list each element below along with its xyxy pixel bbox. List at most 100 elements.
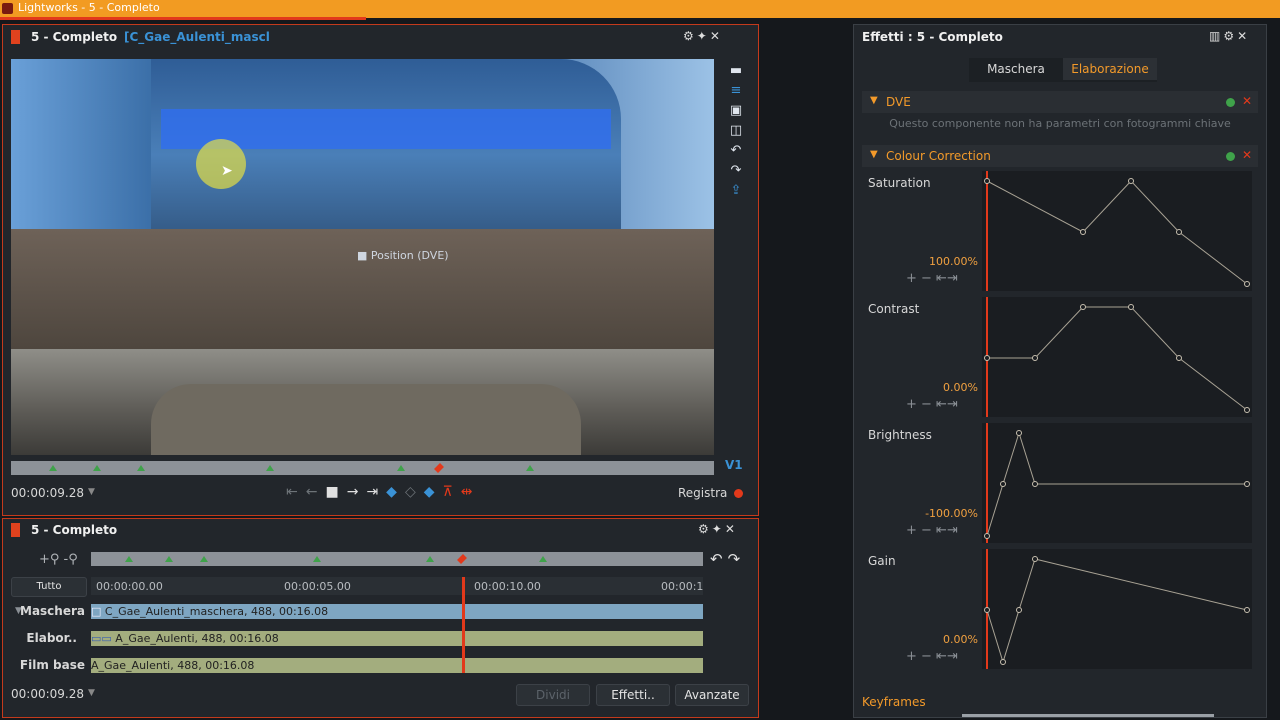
app-icon [2, 3, 13, 14]
viewer-panel: 5 - Completo [C_Gae_Aulenti_mascl ⚙✦✕ ➤ … [2, 24, 759, 516]
graph-saturation-curve[interactable] [982, 171, 1252, 291]
mouse-cursor-icon: ➤ [221, 163, 233, 179]
copy-frame-icon[interactable]: ◫ [725, 121, 747, 141]
graph-brightness-curve[interactable] [982, 423, 1252, 543]
go-start-icon[interactable]: ⇤ [286, 484, 306, 500]
clip-base[interactable]: A_Gae_Aulenti, 488, 00:16.08 [91, 658, 703, 673]
video-frame[interactable]: ➤ ■ Position (DVE) [11, 59, 714, 455]
effects-title: Effetti : 5 - Completo [862, 30, 1003, 44]
cc-header[interactable]: ▼ Colour Correction ✕ [862, 145, 1258, 167]
plaza-structure [11, 229, 714, 349]
viewer-timecode[interactable]: 00:00:09.28 [11, 486, 84, 500]
graph-contrast-value: 0.00% [943, 381, 978, 394]
clip-mask-icon: □ [91, 605, 105, 618]
replace-icon[interactable]: ⇹ [461, 484, 481, 500]
dve-remove-icon[interactable]: ✕ [1242, 94, 1252, 108]
viewer-clip-name[interactable]: [C_Gae_Aulenti_mascl [124, 30, 270, 44]
dve-name: DVE [886, 95, 911, 109]
graph-gain-value: 0.00% [943, 633, 978, 646]
effects-button[interactable]: Effetti.. [596, 684, 670, 706]
tab-processing[interactable]: Elaborazione [1063, 58, 1157, 80]
effects-panel: Effetti : 5 - Completo ▥⚙✕ Maschera Elab… [853, 24, 1267, 718]
track-label-mask[interactable]: Maschera [17, 604, 85, 618]
graph-brightness: Brightness -100.00% + − ⇤⇥ [862, 423, 1258, 543]
clip-mask[interactable]: □ C_Gae_Aulenti_maschera, 488, 00:16.08 [91, 604, 703, 619]
timeline-title: 5 - Completo [31, 523, 118, 537]
step-back-icon[interactable]: ← [306, 484, 326, 500]
split-button[interactable]: Dividi [516, 684, 590, 706]
viewer-timecode-dropdown-icon[interactable]: ▼ [88, 487, 95, 497]
timeline-timecode[interactable]: 00:00:09.28 [11, 687, 84, 701]
window-title: Lightworks - 5 - Completo [18, 1, 160, 14]
stop-icon[interactable]: ■ [325, 484, 346, 500]
play-icon[interactable]: → [347, 484, 367, 500]
clip-process-label: A_Gae_Aulenti, 488, 00:16.08 [115, 632, 279, 645]
layers-icon[interactable]: ≡ [725, 81, 747, 101]
timeline-undo-redo[interactable]: ↶↷ [710, 550, 745, 568]
folder-icon[interactable]: ▬ [725, 61, 747, 81]
keyframes-label[interactable]: Keyframes [862, 695, 926, 709]
ruler-tick-1: 00:00:05.00 [284, 580, 351, 593]
frame-icon[interactable]: ▣ [725, 101, 747, 121]
dve-enable-icon[interactable] [1226, 98, 1235, 107]
mark-clear-icon[interactable]: ◇ [405, 484, 424, 500]
graph-contrast-tools[interactable]: + − ⇤⇥ [906, 397, 958, 412]
timeline-ruler[interactable]: 00:00:00.00 00:00:05.00 00:00:10.00 00:0… [91, 577, 703, 595]
clip-base-label: A_Gae_Aulenti, 488, 00:16.08 [91, 659, 255, 672]
record-label[interactable]: Registra [678, 486, 727, 500]
viewer-flag-icon [11, 30, 20, 44]
timeline-timecode-dropdown-icon[interactable]: ▼ [88, 688, 95, 698]
all-tracks-button[interactable]: Tutto [11, 577, 87, 597]
zoom-controls[interactable]: +⚲ -⚲ [39, 552, 78, 567]
cc-remove-icon[interactable]: ✕ [1242, 148, 1252, 162]
graph-gain-curve[interactable] [982, 549, 1252, 669]
scrub-playhead[interactable] [434, 463, 444, 473]
graph-contrast-curve[interactable] [982, 297, 1252, 417]
cc-collapse-icon[interactable]: ▼ [870, 149, 878, 160]
overlay-square-icon: ■ [357, 249, 368, 262]
viewer-header-icons[interactable]: ⚙✦✕ [683, 29, 723, 43]
record-dot-icon[interactable] [734, 489, 743, 498]
undo-icon[interactable]: ↶ [725, 141, 747, 161]
go-end-icon[interactable]: ⇥ [366, 484, 386, 500]
transport-controls: ⇤←■→⇥◆◇◆⊼⇹ [286, 484, 481, 500]
redo-icon[interactable]: ↷ [725, 161, 747, 181]
fountain-pool [151, 384, 581, 455]
clip-process[interactable]: ▭▭ A_Gae_Aulenti, 488, 00:16.08 [91, 631, 703, 646]
track-badge[interactable]: V1 [725, 458, 743, 472]
graph-contrast-name: Contrast [868, 302, 920, 316]
dve-collapse-icon[interactable]: ▼ [870, 95, 878, 106]
mark-in-icon[interactable]: ◆ [386, 484, 405, 500]
graph-contrast: Contrast 0.00% + − ⇤⇥ [862, 297, 1258, 417]
ruler-tick-2: 00:00:10.00 [474, 580, 541, 593]
viewer-title: 5 - Completo [31, 30, 118, 44]
viewer-scrub-bar[interactable] [11, 461, 714, 475]
graph-gain-name: Gain [868, 554, 896, 568]
track-label-base[interactable]: Film base [17, 658, 85, 672]
dve-message: Questo componente non ha parametri con f… [889, 117, 1231, 130]
timeline-scrub-playhead[interactable] [457, 554, 467, 564]
graph-saturation-name: Saturation [868, 176, 931, 190]
graph-saturation-tools[interactable]: + − ⇤⇥ [906, 271, 958, 286]
timeline-scrub-bar[interactable] [91, 552, 703, 566]
track-label-process[interactable]: Elabor.. [17, 631, 77, 645]
export-icon[interactable]: ⇪ [725, 181, 747, 201]
graph-saturation: Saturation 100.00% + − ⇤⇥ [862, 171, 1258, 291]
mark-out-icon[interactable]: ◆ [424, 484, 443, 500]
clip-mask-label: C_Gae_Aulenti_maschera, 488, 00:16.08 [104, 605, 329, 618]
clip-process-icon: ▭▭ [91, 632, 116, 645]
graph-brightness-tools[interactable]: + − ⇤⇥ [906, 523, 958, 538]
title-progress-bar [0, 17, 366, 20]
timeline-header-icons[interactable]: ⚙✦✕ [698, 522, 738, 536]
dve-position-overlay[interactable]: ■ Position (DVE) [357, 249, 449, 262]
insert-icon[interactable]: ⊼ [443, 484, 461, 500]
dve-header[interactable]: ▼ DVE ✕ [862, 91, 1258, 113]
timeline-playhead[interactable] [462, 577, 465, 673]
window-titlebar: Lightworks - 5 - Completo [0, 0, 1280, 20]
advanced-button[interactable]: Avanzate [675, 684, 749, 706]
cc-enable-icon[interactable] [1226, 152, 1235, 161]
effects-scrollbar[interactable] [962, 714, 1214, 717]
tab-mask[interactable]: Maschera [969, 58, 1063, 80]
effects-header-icons[interactable]: ▥⚙✕ [1209, 29, 1250, 43]
graph-gain-tools[interactable]: + − ⇤⇥ [906, 649, 958, 664]
